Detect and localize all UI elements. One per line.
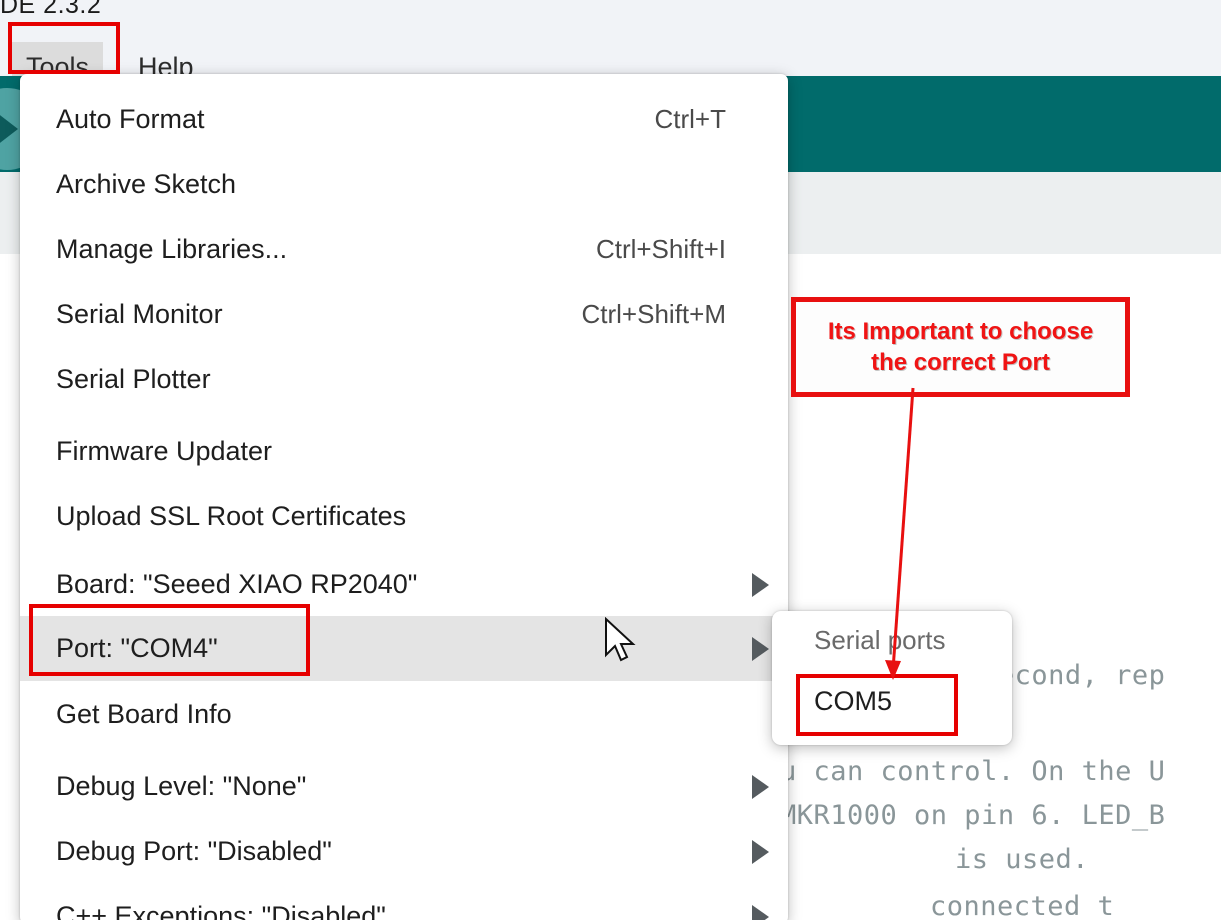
menu-item-label: Debug Level: "None" bbox=[56, 771, 307, 801]
annotation-callout: Its Important to choose the correct Port bbox=[791, 297, 1130, 397]
menu-item-shortcut: Ctrl+Shift+M bbox=[581, 299, 727, 329]
menu-item-label: Firmware Updater bbox=[56, 436, 273, 466]
menu-item-label: Serial Plotter bbox=[56, 364, 211, 394]
menu-item-label: Auto Format bbox=[56, 104, 205, 134]
tools-dropdown-menu: Auto Format Ctrl+T Archive Sketch Manage Li… bbox=[20, 74, 788, 920]
annotation-box-com5 bbox=[796, 674, 958, 736]
menu-item[interactable]: Debug Level: "None" bbox=[20, 754, 788, 819]
menu-item-label: Debug Port: "Disabled" bbox=[56, 836, 332, 866]
menu-item[interactable]: Get Board Info bbox=[20, 682, 788, 747]
menu-item-shortcut: Ctrl+T bbox=[654, 104, 727, 134]
code-line: MKR1000 on pin 6. LED_B bbox=[780, 800, 1166, 831]
menu-item-shortcut: Ctrl+Shift+I bbox=[595, 234, 726, 264]
menu-bar: Tools Help bbox=[0, 20, 1221, 92]
menu-item-label: Upload SSL Root Certificates bbox=[56, 501, 407, 531]
menu-item-label: Board: "Seeed XIAO RP2040" bbox=[56, 569, 418, 599]
callout-line-1: Its Important to choose bbox=[827, 317, 1094, 345]
annotation-box-port-item bbox=[29, 604, 310, 676]
submenu-chevron-right-icon bbox=[752, 904, 769, 920]
annotation-callout-text: Its Important to choose the correct Port bbox=[828, 316, 1093, 378]
submenu-chevron-right-icon bbox=[752, 774, 769, 799]
submenu-header-serial-ports: Serial ports bbox=[814, 625, 946, 655]
menu-item[interactable]: Firmware Updater bbox=[20, 419, 788, 484]
menu-item[interactable]: Serial Monitor Ctrl+Shift+M bbox=[20, 282, 788, 347]
mouse-cursor bbox=[605, 617, 636, 662]
menu-item[interactable]: Archive Sketch bbox=[20, 152, 788, 217]
submenu-chevron-right-icon bbox=[752, 636, 769, 661]
menu-item-label: Serial Monitor bbox=[56, 299, 223, 329]
upload-arrow-icon bbox=[0, 112, 18, 146]
annotation-box-tools-menu bbox=[8, 22, 120, 74]
code-line: u can control. On the U bbox=[780, 756, 1166, 787]
arduino-ide-window: DE 2.3.2 Tools Help off for one second, … bbox=[0, 0, 1221, 920]
code-line: is used. bbox=[955, 844, 1090, 875]
menu-item[interactable]: Serial Plotter bbox=[20, 347, 788, 412]
title-bar: DE 2.3.2 bbox=[0, 0, 1221, 20]
menu-item-label: Archive Sketch bbox=[56, 169, 237, 199]
menu-item[interactable]: C++ Exceptions: "Disabled" bbox=[20, 884, 788, 920]
submenu-chevron-right-icon bbox=[752, 839, 769, 864]
submenu-chevron-right-icon bbox=[752, 572, 769, 597]
window-title: DE 2.3.2 bbox=[0, 0, 102, 19]
menu-item-label: Get Board Info bbox=[56, 699, 232, 729]
code-line: connected t bbox=[930, 891, 1115, 920]
menu-item-label: C++ Exceptions: "Disabled" bbox=[56, 901, 386, 920]
menu-item-label: Manage Libraries... bbox=[56, 234, 288, 264]
menu-item[interactable]: Debug Port: "Disabled" bbox=[20, 819, 788, 884]
menu-item[interactable]: Manage Libraries... Ctrl+Shift+I bbox=[20, 217, 788, 282]
callout-line-2: the correct Port bbox=[871, 349, 1050, 376]
menu-item[interactable]: Upload SSL Root Certificates bbox=[20, 484, 788, 549]
menu-item[interactable]: Auto Format Ctrl+T bbox=[20, 87, 788, 152]
